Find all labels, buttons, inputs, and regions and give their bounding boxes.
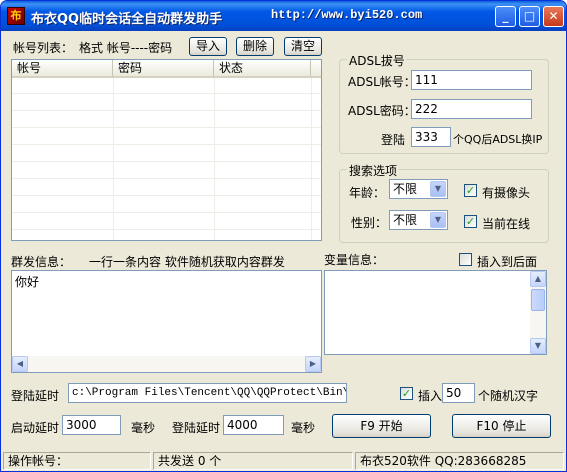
age-label: 年龄： — [349, 186, 386, 200]
scroll-right-icon[interactable]: ▶ — [305, 356, 321, 372]
close-button[interactable]: ✕ — [543, 6, 564, 27]
import-button[interactable]: 导入 — [189, 37, 227, 56]
column-header-status[interactable]: 状态 — [214, 60, 311, 78]
chevron-down-icon[interactable]: ▼ — [430, 212, 446, 228]
message-textarea[interactable]: 你好 ◀ ▶ — [11, 270, 322, 373]
message-label: 群发信息： — [11, 255, 72, 269]
minimize-icon: _ — [502, 9, 509, 23]
variable-label: 变量信息： — [324, 253, 385, 267]
horizontal-scrollbar[interactable]: ◀ ▶ — [12, 356, 321, 372]
adsl-password-label: ADSL密码： — [348, 104, 416, 118]
close-icon: ✕ — [548, 9, 559, 23]
column-header-password[interactable]: 密码 — [113, 60, 214, 78]
stop-button[interactable]: F10 停止 — [452, 414, 551, 438]
minimize-button[interactable]: _ — [495, 6, 516, 27]
login-delay-unit: 毫秒 — [291, 421, 316, 435]
adsl-login-label: 登陆 — [381, 133, 406, 147]
maximize-button[interactable]: □ — [519, 6, 540, 27]
insert-end-checkbox[interactable] — [459, 253, 472, 266]
table-row — [12, 163, 321, 179]
table-row — [12, 197, 321, 213]
window-title-url: http://www.byi520.com — [271, 8, 423, 22]
adsl-group-title: ADSL拔号 — [347, 52, 407, 69]
variable-textarea[interactable]: ▲ ▼ — [324, 270, 547, 355]
table-row — [12, 214, 321, 230]
online-label: 当前在线 — [482, 217, 531, 231]
message-hint: 一行一条内容 软件随机获取内容群发 — [89, 255, 285, 269]
start-delay-label: 启动延时 — [11, 421, 60, 435]
table-row — [12, 129, 321, 145]
adsl-password-input[interactable]: 222 — [411, 99, 532, 119]
column-header-account[interactable]: 帐号 — [12, 60, 113, 78]
adsl-login-suffix: 个QQ后ADSL换IP — [453, 133, 543, 146]
status-bar: 操作帐号： 共发送 0 个 布衣520软件 QQ:283668285 — [1, 451, 566, 471]
login-delay-label: 登陆延时 — [172, 421, 221, 435]
vertical-scrollbar[interactable]: ▲ ▼ — [530, 271, 546, 354]
insert-label: 插入 — [418, 389, 443, 403]
gender-select-value: 不限 — [393, 213, 418, 227]
insert-end-label: 插入到后面 — [477, 255, 538, 269]
adsl-login-count-input[interactable]: 333 — [411, 127, 451, 147]
delete-button[interactable]: 删除 — [236, 37, 274, 56]
account-list[interactable]: 帐号 密码 状态 — [11, 59, 322, 241]
scroll-down-icon[interactable]: ▼ — [530, 338, 546, 354]
online-checkbox[interactable]: ✓ — [464, 215, 477, 228]
table-row — [12, 180, 321, 196]
checkmark-icon: ✓ — [465, 184, 476, 197]
maximize-icon: □ — [523, 9, 536, 23]
gender-label: 性别： — [351, 216, 388, 230]
account-list-label: 帐号列表： — [13, 41, 74, 55]
age-select[interactable]: 不限 ▼ — [389, 179, 448, 199]
checkmark-icon: ✓ — [401, 387, 412, 400]
camera-checkbox[interactable]: ✓ — [464, 184, 477, 197]
scroll-left-icon[interactable]: ◀ — [12, 356, 28, 372]
adsl-account-label: ADSL帐号： — [348, 75, 416, 89]
title-bar[interactable]: 布 布衣QQ临时会话全自动群发助手 http://www.byi520.com … — [1, 1, 566, 31]
status-credit: 布衣520软件 QQ:283668285 — [355, 452, 564, 470]
status-sent-count: 共发送 0 个 — [153, 452, 353, 470]
insert-count-input[interactable]: 50 — [442, 383, 475, 403]
table-row — [12, 146, 321, 162]
path-label: 登陆延时 — [11, 389, 60, 403]
start-delay-input[interactable]: 3000 — [62, 415, 121, 435]
login-delay-input[interactable]: 4000 — [223, 415, 284, 435]
start-button[interactable]: F9 开始 — [332, 414, 431, 438]
window-title: 布衣QQ临时会话全自动群发助手 — [31, 12, 223, 27]
chevron-down-icon[interactable]: ▼ — [430, 181, 446, 197]
status-operating-account: 操作帐号： — [3, 452, 151, 470]
checkmark-icon: ✓ — [465, 215, 476, 228]
qq-path-input[interactable]: c:\Program Files\Tencent\QQ\QQProtect\Bi… — [68, 383, 347, 403]
message-content: 你好 — [15, 275, 40, 289]
gender-select[interactable]: 不限 ▼ — [389, 210, 448, 230]
clear-button[interactable]: 清空 — [284, 37, 322, 56]
scroll-up-icon[interactable]: ▲ — [530, 271, 546, 287]
main-window: 布 布衣QQ临时会话全自动群发助手 http://www.byi520.com … — [0, 0, 567, 472]
adsl-account-input[interactable]: 111 — [411, 70, 532, 90]
random-chars-label: 个随机汉字 — [478, 389, 539, 403]
table-row — [12, 95, 321, 111]
scroll-thumb[interactable] — [531, 289, 545, 311]
age-select-value: 不限 — [393, 182, 418, 196]
search-options-title: 搜索选项 — [347, 162, 400, 179]
camera-label: 有摄像头 — [482, 186, 531, 200]
start-delay-unit: 毫秒 — [131, 421, 156, 435]
app-icon: 布 — [7, 7, 25, 25]
format-hint: 格式 帐号----密码 — [79, 41, 173, 55]
table-row — [12, 112, 321, 128]
account-list-header: 帐号 密码 状态 — [12, 60, 321, 78]
table-row — [12, 78, 321, 94]
column-header-filler — [311, 60, 321, 78]
insert-chars-checkbox[interactable]: ✓ — [400, 387, 413, 400]
